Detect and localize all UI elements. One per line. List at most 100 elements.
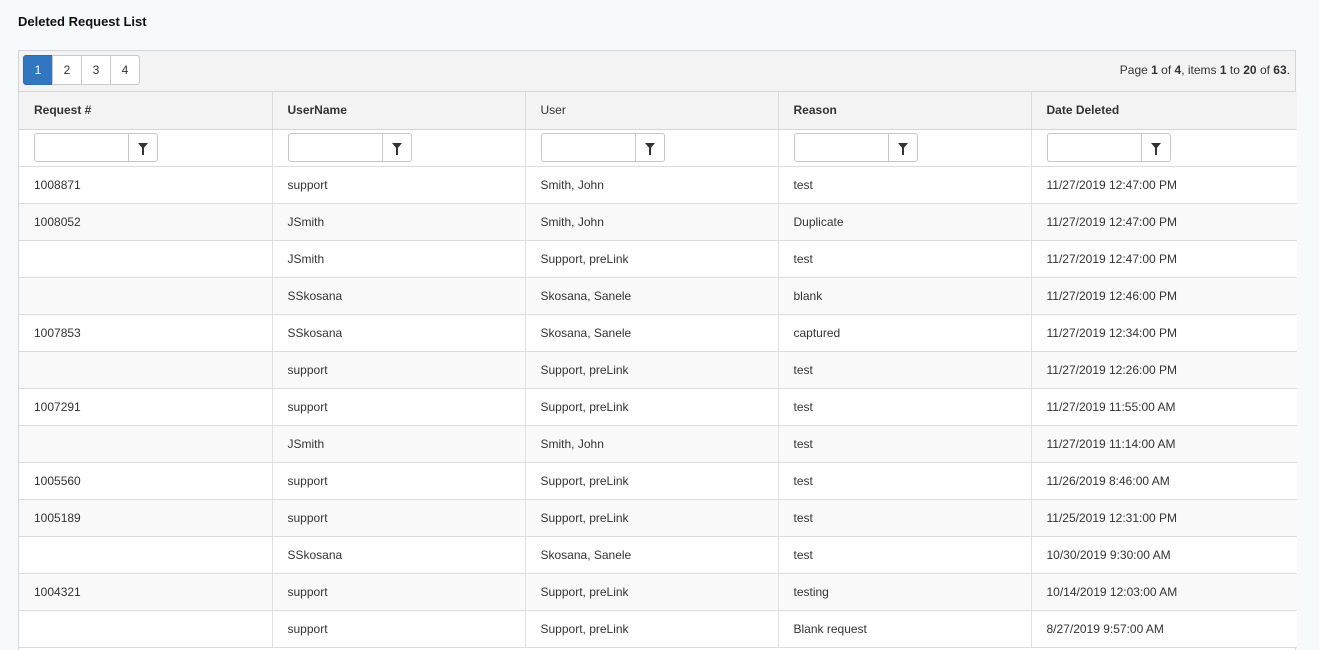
cell-request-number — [19, 277, 273, 315]
filter-input-request-number[interactable] — [34, 133, 128, 162]
cell-username: support — [272, 351, 526, 389]
filter-row — [19, 129, 1297, 167]
cell-username: JSmith — [272, 240, 526, 278]
cell-date-deleted: 11/25/2019 12:31:00 PM — [1031, 499, 1297, 537]
filter-cell-username — [272, 129, 526, 167]
cell-reason: test — [778, 499, 1032, 537]
cell-date-deleted: 10/14/2019 12:03:00 AM — [1031, 573, 1297, 611]
cell-date-deleted: 11/27/2019 12:46:00 PM — [1031, 277, 1297, 315]
cell-username: support — [272, 462, 526, 500]
page-buttons: 1 2 3 4 — [23, 55, 140, 85]
pager-items-from: 1 — [1219, 63, 1227, 77]
cell-request-number: 1007291 — [19, 388, 273, 426]
table-row[interactable]: 1005189 support Support, preLink test 11/25/… — [19, 499, 1297, 537]
cell-reason: test — [778, 166, 1032, 204]
cell-date-deleted: 11/27/2019 12:47:00 PM — [1031, 166, 1297, 204]
deleted-request-grid: 1 2 3 4 Page 1 of 4, items 1 to 20 of 63… — [18, 50, 1297, 650]
cell-date-deleted: 11/27/2019 11:55:00 AM — [1031, 388, 1297, 426]
filter-cell-request-number — [19, 129, 273, 167]
column-header-request-number[interactable]: Request # — [19, 92, 273, 130]
cell-username: JSmith — [272, 425, 526, 463]
table-row[interactable]: 1008871 support Smith, John test 11/27/2019 … — [19, 166, 1297, 204]
cell-reason: test — [778, 240, 1032, 278]
cell-user: Support, preLink — [525, 351, 779, 389]
cell-reason: Blank request — [778, 610, 1032, 648]
table-row[interactable]: JSmith Smith, John test 11/27/2019 11:14:00… — [19, 425, 1297, 463]
filter-funnel-icon — [644, 142, 655, 155]
cell-username: support — [272, 166, 526, 204]
table-row[interactable]: support Support, preLink Blank request 8/27… — [19, 610, 1297, 648]
cell-reason: testing — [778, 573, 1032, 611]
cell-request-number — [19, 425, 273, 463]
cell-user: Support, preLink — [525, 573, 779, 611]
table-row[interactable]: 1005560 support Support, preLink test 11/26/… — [19, 462, 1297, 500]
pager-info-prefix: Page — [1119, 63, 1152, 77]
table-row[interactable]: JSmith Support, preLink test 11/27/2019 12:… — [19, 240, 1297, 278]
cell-user: Smith, John — [525, 166, 779, 204]
filter-button-date-deleted[interactable] — [1140, 133, 1171, 162]
table-row[interactable]: 1007853 SSkosana Skosana, Sanele captured 11… — [19, 314, 1297, 352]
table-row[interactable]: 1004321 support Support, preLink testing 10/… — [19, 573, 1297, 611]
cell-user: Support, preLink — [525, 388, 779, 426]
column-header-date-deleted[interactable]: Date Deleted — [1031, 92, 1297, 130]
cell-user: Support, preLink — [525, 462, 779, 500]
cell-username: SSkosana — [272, 314, 526, 352]
column-header-reason[interactable]: Reason — [778, 92, 1032, 130]
cell-request-number — [19, 610, 273, 648]
pager: 1 2 3 4 Page 1 of 4, items 1 to 20 of 63… — [19, 51, 1295, 92]
filter-cell-date-deleted — [1031, 129, 1297, 167]
pager-info-items: , items — [1181, 63, 1220, 77]
filter-button-request-number[interactable] — [128, 133, 158, 162]
table-row[interactable]: support Support, preLink test 11/27/2019 12… — [19, 351, 1297, 389]
cell-date-deleted: 8/27/2019 9:57:00 AM — [1031, 610, 1297, 648]
cell-user: Skosana, Sanele — [525, 536, 779, 574]
cell-request-number: 1004321 — [19, 573, 273, 611]
cell-date-deleted: 11/27/2019 12:47:00 PM — [1031, 240, 1297, 278]
table-row[interactable]: SSkosana Skosana, Sanele blank 11/27/2019 1… — [19, 277, 1297, 315]
filter-button-reason[interactable] — [887, 133, 918, 162]
request-table: Request # UserName User Reason Date Dele… — [19, 92, 1297, 648]
cell-request-number — [19, 536, 273, 574]
cell-reason: test — [778, 536, 1032, 574]
cell-user: Smith, John — [525, 425, 779, 463]
pager-info-suffix: . — [1286, 63, 1290, 77]
filter-input-username[interactable] — [287, 133, 382, 162]
filter-cell-user — [525, 129, 779, 167]
pager-info: Page 1 of 4, items 1 to 20 of 63. — [1120, 63, 1290, 77]
filter-funnel-icon — [138, 142, 148, 155]
table-row[interactable]: 1007291 support Support, preLink test 11/27/… — [19, 388, 1297, 426]
cell-request-number: 1007853 — [19, 314, 273, 352]
cell-username: support — [272, 499, 526, 537]
column-header-user[interactable]: User — [525, 92, 779, 130]
pager-info-of: of — [1157, 63, 1175, 77]
page-button-2[interactable]: 2 — [52, 55, 82, 85]
header-row: Request # UserName User Reason Date Dele… — [19, 92, 1297, 130]
cell-request-number: 1008052 — [19, 203, 273, 241]
cell-reason: test — [778, 351, 1032, 389]
pager-info-to: to — [1226, 63, 1244, 77]
page-button-3[interactable]: 3 — [81, 55, 111, 85]
cell-reason: test — [778, 462, 1032, 500]
filter-funnel-icon — [1150, 142, 1161, 155]
column-header-username[interactable]: UserName — [272, 92, 526, 130]
cell-user: Support, preLink — [525, 610, 779, 648]
page-button-1[interactable]: 1 — [23, 55, 53, 85]
cell-user: Support, preLink — [525, 499, 779, 537]
page-button-4[interactable]: 4 — [110, 55, 140, 85]
table-row[interactable]: 1008052 JSmith Smith, John Duplicate 11/27/2… — [19, 203, 1297, 241]
table-row[interactable]: SSkosana Skosana, Sanele test 10/30/2019 9:… — [19, 536, 1297, 574]
cell-user: Skosana, Sanele — [525, 314, 779, 352]
cell-reason: captured — [778, 314, 1032, 352]
cell-reason: Duplicate — [778, 203, 1032, 241]
filter-button-username[interactable] — [381, 133, 412, 162]
filter-input-reason[interactable] — [793, 133, 888, 162]
filter-cell-reason — [778, 129, 1032, 167]
pager-items-to: 20 — [1243, 63, 1257, 77]
cell-username: JSmith — [272, 203, 526, 241]
filter-button-user[interactable] — [634, 133, 665, 162]
filter-funnel-icon — [391, 142, 402, 155]
filter-input-date-deleted[interactable] — [1046, 133, 1141, 162]
cell-reason: test — [778, 388, 1032, 426]
filter-input-user[interactable] — [540, 133, 635, 162]
cell-reason: test — [778, 425, 1032, 463]
